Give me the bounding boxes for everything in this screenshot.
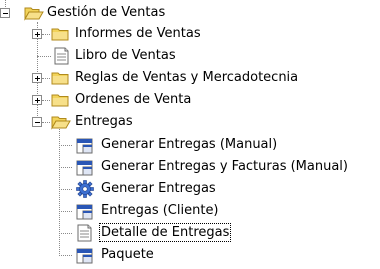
report-icon — [76, 224, 96, 242]
tree-item-label[interactable]: Paquete — [100, 246, 155, 263]
tree-guide-line — [42, 100, 50, 101]
report-icon — [53, 47, 73, 65]
tree-guide-line — [59, 167, 72, 168]
folder-open-icon — [24, 5, 44, 21]
tree-item-label[interactable]: Generar Entregas — [100, 180, 217, 197]
tree-guide-line — [59, 255, 72, 256]
tree-guide-line — [42, 78, 50, 79]
tree-item-label[interactable]: Generar Entregas y Facturas (Manual) — [100, 158, 349, 175]
collapse-toggle[interactable] — [0, 8, 10, 18]
tree-guide-line — [42, 122, 50, 123]
folder-icon — [51, 26, 71, 42]
tree-item-label[interactable]: Informes de Ventas — [74, 25, 202, 42]
folder-icon — [51, 70, 71, 86]
tree-item-label[interactable]: Entregas — [74, 113, 134, 130]
window-icon — [75, 137, 95, 154]
tree-guide-line — [59, 189, 72, 190]
tree-guide-line — [59, 233, 72, 234]
expand-toggle[interactable] — [32, 95, 42, 105]
tree-item-label[interactable]: Ordenes de Venta — [74, 91, 192, 108]
menu-tree: Gestión de Ventas Informes de Ventas Lib… — [0, 0, 380, 269]
expand-toggle[interactable] — [32, 73, 42, 83]
window-icon — [75, 203, 95, 220]
window-icon — [75, 159, 95, 176]
tree-guide-line — [59, 211, 72, 212]
tree-item-label[interactable]: Libro de Ventas — [74, 47, 177, 64]
folder-icon — [51, 92, 71, 108]
process-gear-icon — [76, 180, 96, 198]
expand-toggle[interactable] — [32, 29, 42, 39]
tree-item-label[interactable]: Entregas (Cliente) — [100, 202, 220, 219]
tree-guide-line — [37, 56, 51, 57]
window-icon — [75, 247, 95, 264]
tree-item-label[interactable]: Generar Entregas (Manual) — [100, 136, 278, 153]
collapse-toggle[interactable] — [32, 117, 42, 127]
tree-guide-line — [59, 145, 72, 146]
tree-item-label[interactable]: Reglas de Ventas y Mercadotecnia — [74, 69, 299, 86]
folder-open-icon — [51, 114, 71, 130]
tree-item-label[interactable]: Gestión de Ventas — [46, 4, 166, 21]
tree-item-label-selected[interactable]: Detalle de Entregas — [99, 223, 232, 242]
tree-guide-line — [42, 34, 50, 35]
